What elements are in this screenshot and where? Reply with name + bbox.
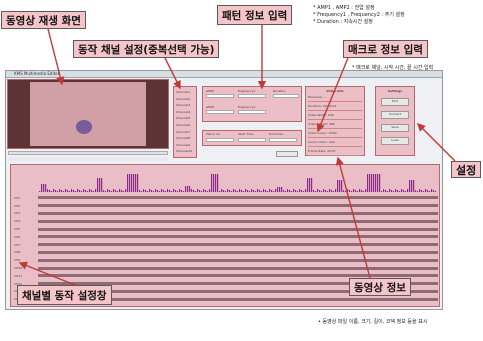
arrow-channel-setting xyxy=(164,57,181,90)
arrow-channel-editor xyxy=(18,261,76,286)
arrow-video-info xyxy=(335,156,371,279)
arrow-macro-input xyxy=(316,57,349,133)
arrow-video-screen xyxy=(47,28,65,86)
arrow-settings xyxy=(417,123,456,162)
callout-arrows xyxy=(18,25,456,286)
